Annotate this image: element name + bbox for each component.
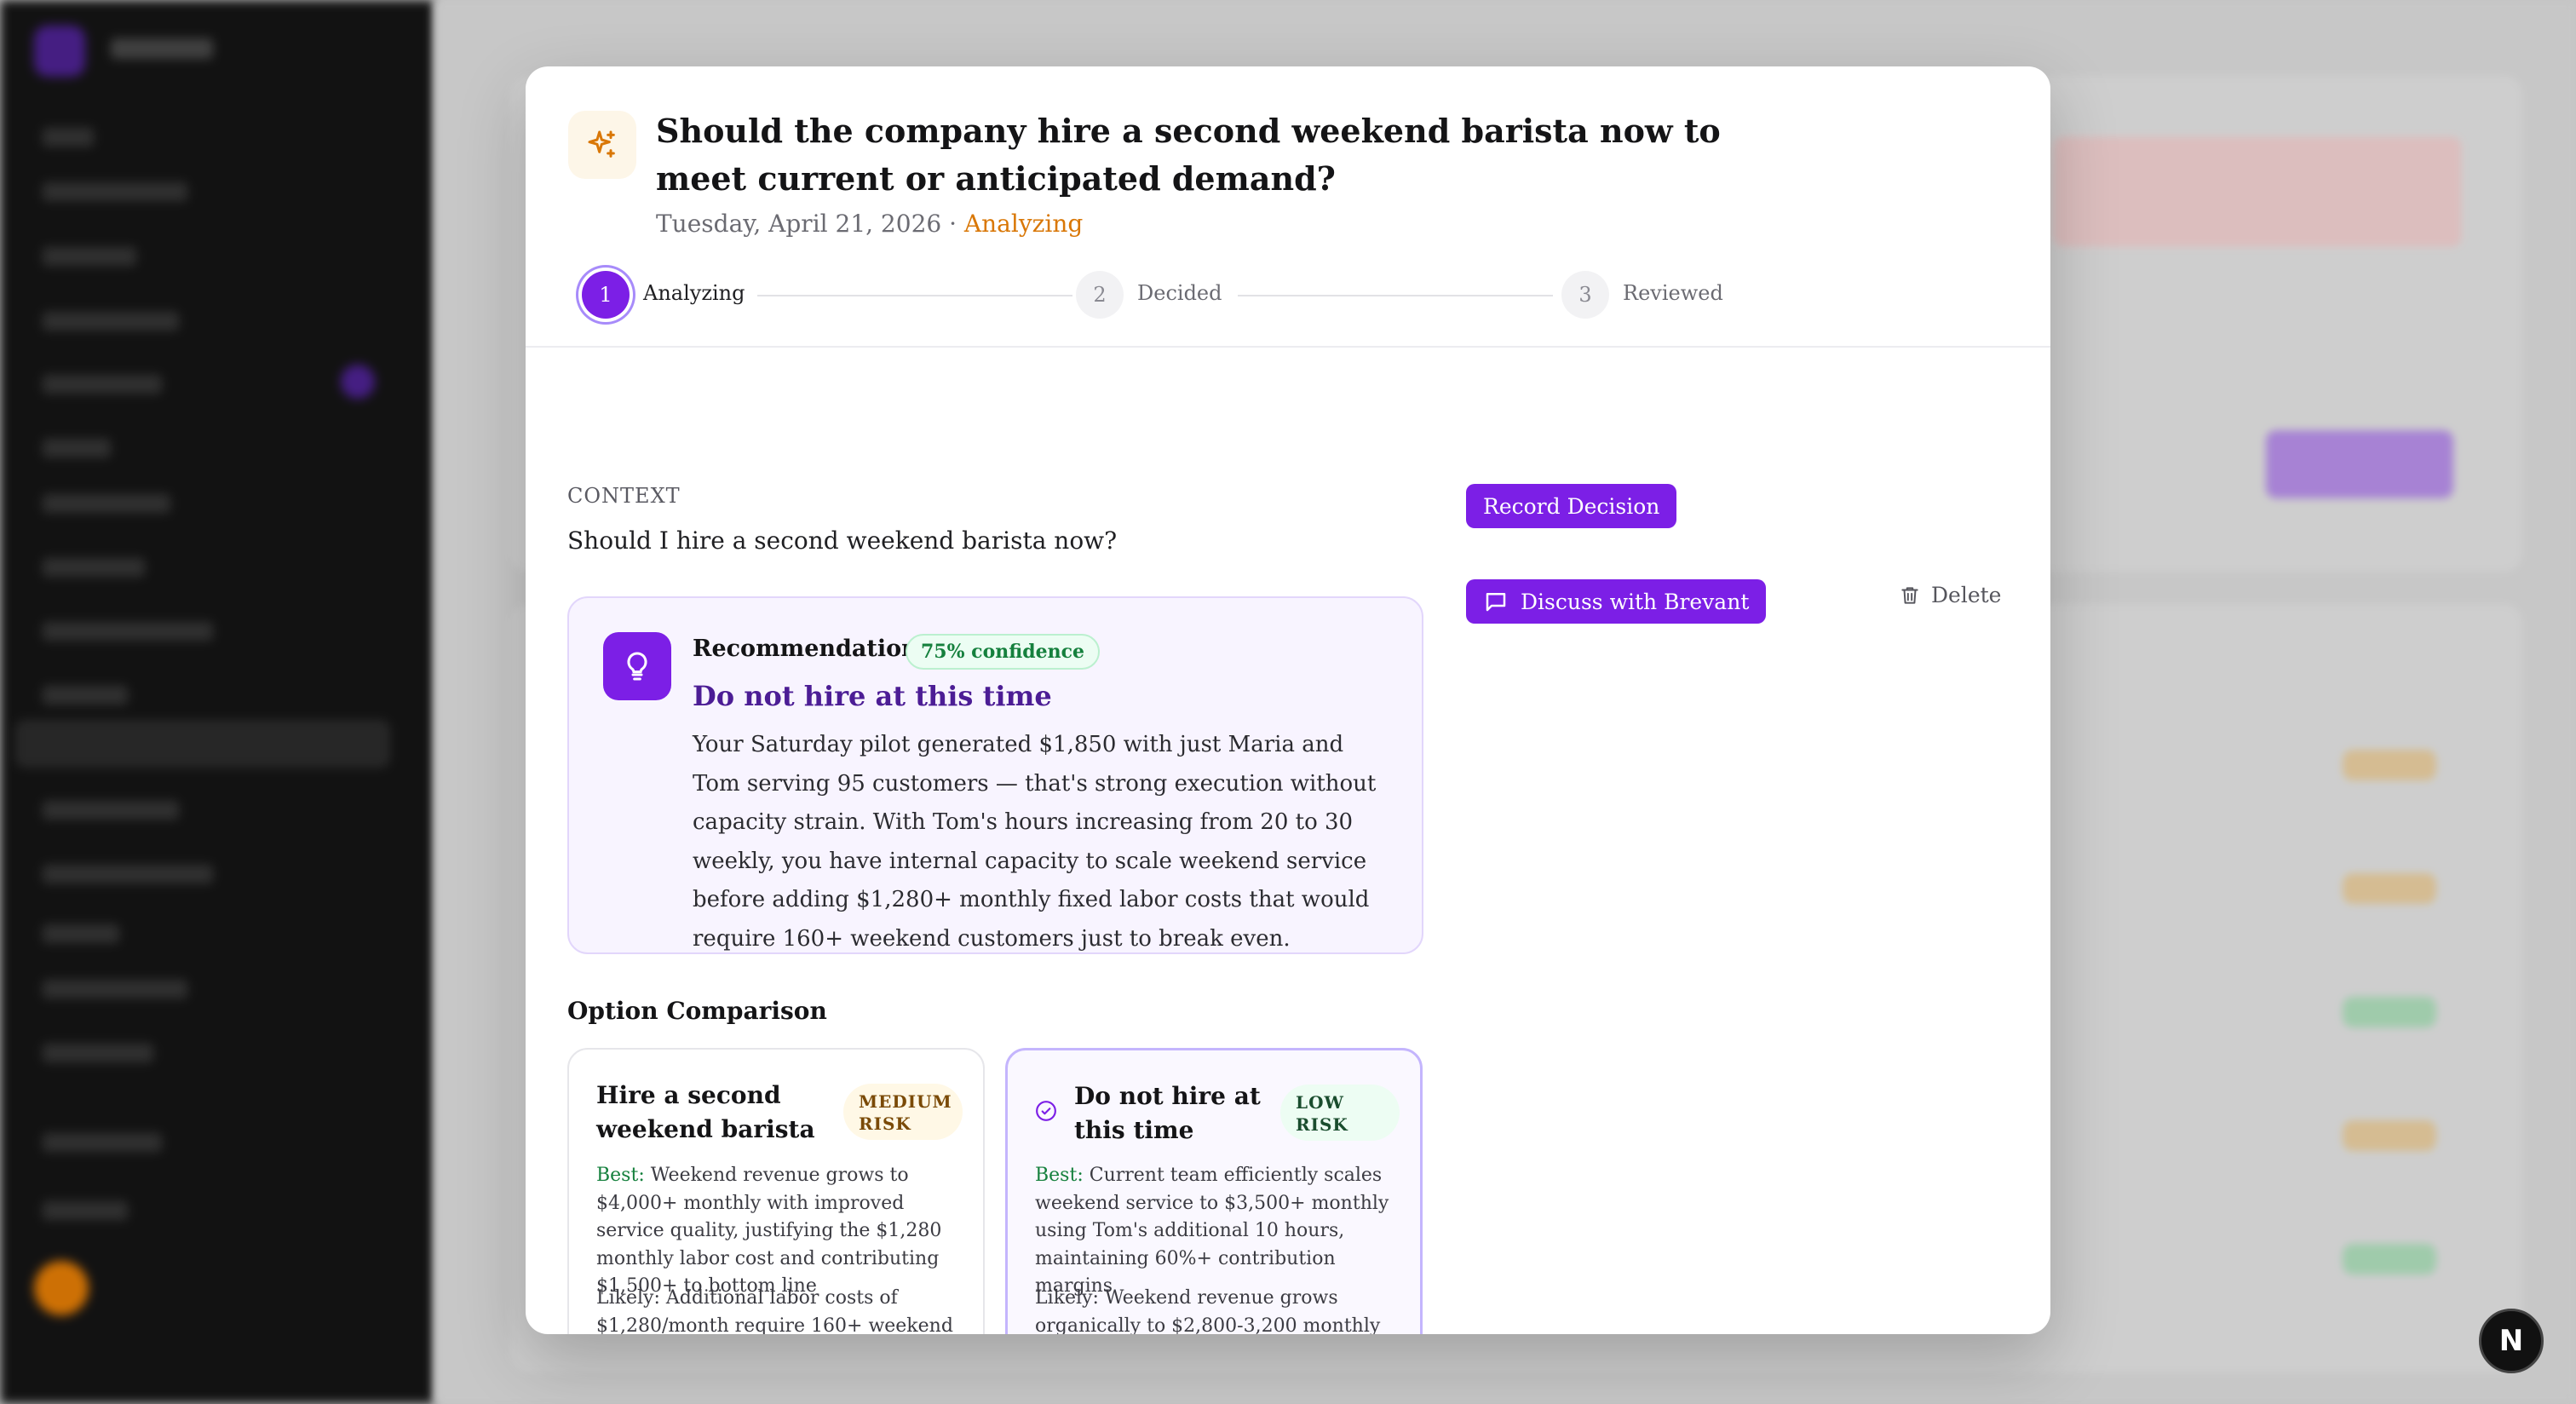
step-2-label: Decided — [1137, 281, 1222, 305]
discuss-button[interactable]: Discuss with Brevant — [1466, 579, 1767, 624]
best-text: Current team efficiently scales weekend … — [1035, 1165, 1389, 1297]
step-3-circle: 3 — [1561, 271, 1609, 319]
best-label: Best: — [596, 1165, 645, 1186]
context-text: Should I hire a second weekend barista n… — [567, 526, 1118, 555]
best-case: Best: Current team efficiently scales we… — [1035, 1162, 1401, 1301]
option-card-hire[interactable]: Hire a second weekend barista MEDIUM RIS… — [567, 1048, 985, 1334]
best-case: Best: Weekend revenue grows to $4,000+ m… — [596, 1162, 963, 1301]
context-label: CONTEXT — [567, 484, 681, 508]
modal-body: CONTEXT Should I hire a second weekend b… — [526, 349, 2050, 1334]
step-1-label: Analyzing — [643, 281, 745, 305]
likely-label: Likely: — [1035, 1287, 1099, 1309]
best-text: Weekend revenue grows to $4,000+ monthly… — [596, 1165, 942, 1297]
sparkles-icon — [568, 111, 636, 179]
status-label: Analyzing — [963, 210, 1084, 238]
lightbulb-icon — [603, 632, 671, 700]
confidence-badge: 75% confidence — [906, 634, 1101, 670]
likely-case: Likely: Additional labor costs of $1,280… — [596, 1285, 963, 1334]
modal-header: Should the company hire a second weekend… — [526, 66, 2050, 348]
risk-badge: MEDIUM RISK — [843, 1084, 963, 1140]
risk-badge: LOW RISK — [1280, 1085, 1400, 1141]
chat-bubble-icon — [1486, 593, 1506, 612]
step-connector — [757, 295, 1072, 296]
check-circle-icon — [1036, 1101, 1056, 1121]
modal-title: Should the company hire a second weekend… — [656, 112, 1721, 198]
step-1-circle: 1 — [582, 271, 630, 319]
trash-icon — [1901, 586, 1918, 604]
meta-separator: · — [949, 210, 957, 238]
modal-meta: Tuesday, April 21, 2026 · Analyzing — [656, 210, 1083, 238]
delete-button[interactable]: Delete — [1899, 583, 2001, 607]
progress-stepper: 1 Analyzing 2 Decided 3 Reviewed — [565, 268, 1757, 325]
step-3-label: Reviewed — [1623, 281, 1723, 305]
option-title: Do not hire at this time — [1074, 1082, 1261, 1144]
likely-label: Likely: — [596, 1287, 660, 1309]
option-card-do-not-hire[interactable]: Do not hire at this time LOW RISK Best: … — [1005, 1048, 1423, 1334]
recommendation-heading: Recommendation — [693, 636, 918, 662]
discuss-button-label: Discuss with Brevant — [1521, 589, 1750, 614]
recommendation-title: Do not hire at this time — [693, 680, 1052, 712]
step-connector — [1238, 295, 1553, 296]
record-decision-button[interactable]: Record Decision — [1466, 484, 1677, 528]
likely-case: Likely: Weekend revenue grows organicall… — [1035, 1285, 1401, 1334]
recommendation-text: Your Saturday pilot generated $1,850 wit… — [693, 732, 1377, 952]
dev-tools-badge[interactable]: N — [2479, 1309, 2544, 1373]
recommendation-card: Recommendation 75% confidence Do not hir… — [567, 596, 1423, 954]
best-label: Best: — [1035, 1165, 1084, 1186]
decision-modal: Should the company hire a second weekend… — [526, 66, 2050, 1334]
step-2-circle: 2 — [1076, 271, 1124, 319]
option-title: Hire a second weekend barista — [596, 1081, 815, 1143]
delete-label: Delete — [1931, 583, 2002, 607]
option-comparison-heading: Option Comparison — [567, 997, 827, 1025]
decision-date: Tuesday, April 21, 2026 — [656, 210, 942, 238]
